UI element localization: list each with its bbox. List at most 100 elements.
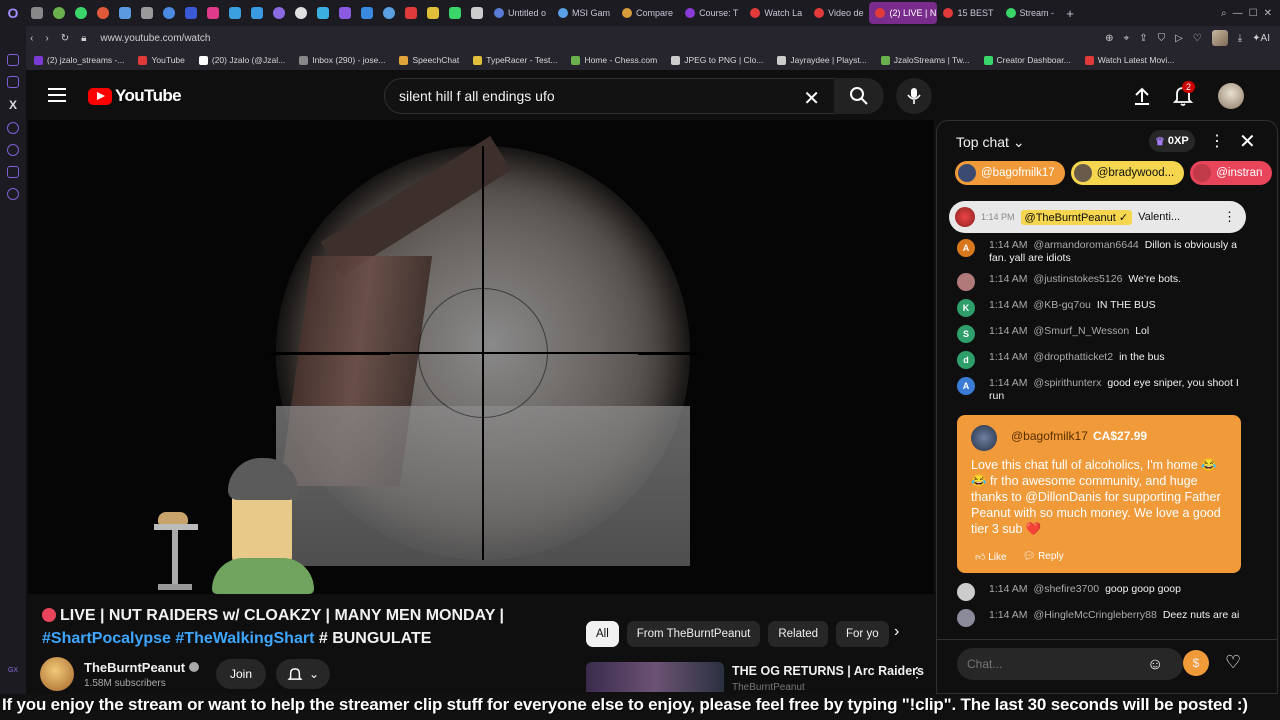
browser-tab-active[interactable]: (2) LIVE | N xyxy=(869,2,938,24)
chip-related[interactable]: Related xyxy=(768,621,828,647)
browser-tab[interactable]: Compare xyxy=(616,2,679,24)
zoom-icon[interactable]: ⊕ xyxy=(1105,33,1113,44)
pinned-tab[interactable] xyxy=(422,2,444,24)
notifications-button[interactable]: 2 xyxy=(1172,81,1196,111)
pinned-tab[interactable] xyxy=(136,2,158,24)
create-button[interactable] xyxy=(1132,86,1152,111)
pinned-tab[interactable] xyxy=(290,2,312,24)
sidebar-x-icon[interactable]: X xyxy=(9,98,17,112)
ai-icon[interactable]: ✦AI xyxy=(1252,33,1270,44)
pinned-tab[interactable] xyxy=(70,2,92,24)
share-icon[interactable]: ⇪ xyxy=(1139,33,1147,44)
chat-message[interactable]: 1:14 AM @justinstokes5126 We're bots. xyxy=(957,273,1247,291)
like-button[interactable]: 👍︎ Like xyxy=(975,551,1007,563)
sidebar-settings-icon[interactable] xyxy=(7,188,19,200)
shield-icon[interactable]: ⛉ xyxy=(1158,33,1166,44)
bookmark[interactable]: TypeRacer - Test... xyxy=(473,55,557,65)
download-icon[interactable]: ⤓ xyxy=(1238,33,1242,44)
reload-icon[interactable]: ↻ xyxy=(61,33,69,44)
chat-message[interactable]: A 1:14 AM @armandoroman6644 Dillon is obvio… xyxy=(957,239,1247,265)
xp-badge[interactable]: ♛ 0XP xyxy=(1149,130,1195,152)
channel-avatar[interactable] xyxy=(40,657,74,691)
browser-tab[interactable]: Untitled o xyxy=(488,2,552,24)
chip-from-channel[interactable]: From TheBurntPeanut xyxy=(626,621,761,647)
hashtag-link[interactable]: #TheWalkingShart xyxy=(175,630,314,647)
bookmark[interactable]: JzaloStreams | Tw... xyxy=(880,55,970,65)
chat-message[interactable]: 1:14 AM @HingleMcCringleberry88 Deez nuts … xyxy=(957,609,1257,627)
ticker-item[interactable]: @instran xyxy=(1190,161,1273,185)
browser-tab[interactable]: Video de xyxy=(808,2,869,24)
url-field[interactable]: www.youtube.com/watch xyxy=(100,33,210,44)
search-input[interactable] xyxy=(399,88,799,104)
bookmark[interactable]: (2) jzalo_streams -... xyxy=(34,55,124,65)
close-chat-icon[interactable]: ✕ xyxy=(1239,129,1256,154)
voice-search-button[interactable] xyxy=(896,78,932,114)
minimize-icon[interactable]: — xyxy=(1233,8,1243,19)
chevron-right-icon[interactable]: › xyxy=(894,623,899,641)
browser-tab[interactable]: Stream - xyxy=(1000,2,1061,24)
clear-search-icon[interactable]: ✕ xyxy=(803,86,820,111)
browser-tab[interactable]: Watch La xyxy=(744,2,808,24)
play-icon[interactable]: ▷ xyxy=(1175,33,1183,44)
pinned-more-icon[interactable]: ⋮ xyxy=(1223,209,1236,225)
search-tabs-icon[interactable]: ⌕ xyxy=(1221,8,1227,19)
bookmark[interactable]: Home - Chess.com xyxy=(571,55,657,65)
pinned-tab[interactable] xyxy=(466,2,488,24)
channel-name[interactable]: TheBurntPeanut xyxy=(84,660,200,675)
chat-message[interactable]: A 1:14 AM @spirithunterx good eye sniper, y… xyxy=(957,377,1247,403)
pinned-tab[interactable] xyxy=(114,2,136,24)
sidebar-messenger-icon[interactable] xyxy=(7,76,19,88)
super-chat-icon[interactable]: $ xyxy=(1183,650,1209,676)
bookmark[interactable]: SpeechChat xyxy=(399,55,459,65)
heart-icon[interactable]: ♡ xyxy=(1225,652,1241,673)
superchat-message[interactable]: @bagofmilk17 CA$27.99 Love this chat ful… xyxy=(957,415,1241,573)
pinned-tab[interactable] xyxy=(444,2,466,24)
bookmark[interactable]: (20) Jzalo (@Jzal... xyxy=(198,55,285,65)
search-button[interactable] xyxy=(834,78,884,114)
pin-icon[interactable]: ⌖ xyxy=(1124,33,1130,44)
bookmark[interactable]: YouTube xyxy=(138,55,185,65)
profile-avatar[interactable] xyxy=(1211,30,1228,46)
pinned-tab[interactable] xyxy=(48,2,70,24)
recommendation-title[interactable]: THE OG RETURNS | Arc Raiders xyxy=(732,664,924,678)
heart-icon[interactable]: ♡ xyxy=(1193,33,1202,44)
chat-input[interactable] xyxy=(967,657,1127,671)
sidebar-history-icon[interactable] xyxy=(7,144,19,156)
menu-icon[interactable] xyxy=(48,88,66,102)
chat-message[interactable]: 1:14 AM @shefire3700 goop goop goop xyxy=(957,583,1257,601)
pinned-tab[interactable] xyxy=(356,2,378,24)
opera-logo-icon[interactable]: O xyxy=(0,0,26,26)
pinned-tab[interactable] xyxy=(312,2,334,24)
pinned-message[interactable]: 1:14 PM @TheBurntPeanut ✓ Valenti... ⋮ xyxy=(949,201,1246,233)
chat-more-icon[interactable]: ⋮ xyxy=(1209,131,1225,151)
browser-tab[interactable]: 15 BEST xyxy=(937,2,999,24)
pinned-tab[interactable] xyxy=(268,2,290,24)
bookmark[interactable]: Watch Latest Movi... xyxy=(1084,55,1174,65)
sidebar-extensions-icon[interactable] xyxy=(7,166,19,178)
bookmark[interactable]: Inbox (290) - jose... xyxy=(299,55,385,65)
chip-for-you[interactable]: For yo xyxy=(836,621,889,647)
chat-message[interactable]: d 1:14 AM @dropthatticket2 in the bus xyxy=(957,351,1247,369)
recommendation-thumbnail[interactable] xyxy=(586,662,724,692)
bookmark[interactable]: JPEG to PNG | Clo... xyxy=(671,55,763,65)
bookmark[interactable]: Creator Dashboar... xyxy=(983,55,1071,65)
forward-icon[interactable]: › xyxy=(45,33,48,44)
pinned-tab[interactable] xyxy=(224,2,246,24)
new-tab-button[interactable]: + xyxy=(1060,6,1080,21)
sidebar-gx-label[interactable]: GX xyxy=(8,667,18,674)
pinned-tab[interactable] xyxy=(400,2,422,24)
reply-button[interactable]: 💬︎ Reply xyxy=(1023,551,1064,563)
chip-all[interactable]: All xyxy=(586,621,619,647)
top-chat-dropdown[interactable]: Top chat ⌄ xyxy=(956,134,1025,151)
pinned-tab[interactable] xyxy=(180,2,202,24)
more-options-icon[interactable]: ⋮ xyxy=(910,664,924,681)
pinned-tab[interactable] xyxy=(246,2,268,24)
maximize-icon[interactable]: ☐ xyxy=(1249,8,1258,19)
youtube-logo[interactable]: YouTube xyxy=(88,86,182,106)
close-window-icon[interactable]: ✕ xyxy=(1264,8,1272,19)
join-button[interactable]: Join xyxy=(216,659,266,689)
hashtag-link[interactable]: #ShartPocalypse xyxy=(42,630,171,647)
pinned-tab[interactable] xyxy=(202,2,224,24)
chat-message[interactable]: K 1:14 AM @KB-gq7ou IN THE BUS xyxy=(957,299,1247,317)
emoji-icon[interactable]: ☺ xyxy=(1147,656,1163,674)
